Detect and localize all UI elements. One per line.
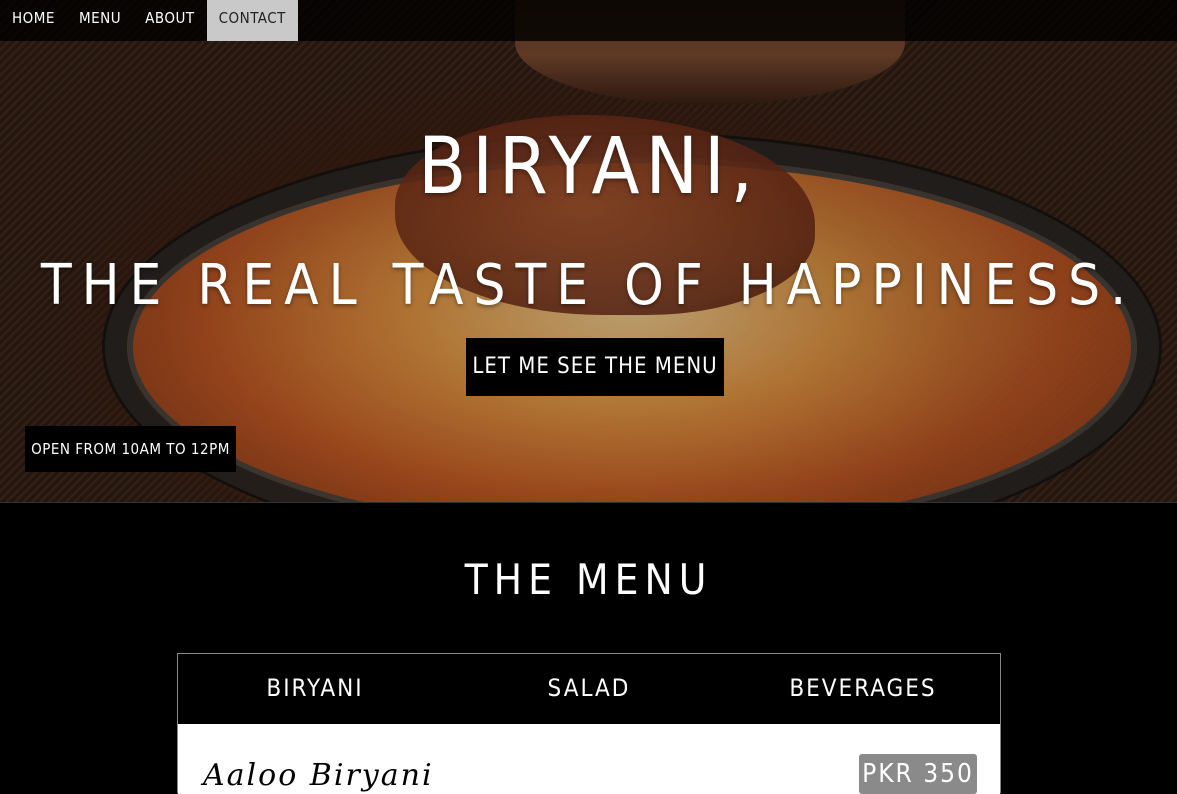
menu-item-price: PKR 350 bbox=[859, 754, 977, 794]
nav-item-contact[interactable]: CONTACT bbox=[206, 0, 298, 41]
menu-tabs: BIRYANI SALAD BEVERAGES bbox=[178, 654, 1000, 724]
tab-salad[interactable]: SALAD bbox=[452, 654, 726, 724]
hero-banner: BIRYANI, THE REAL TASTE OF HAPPINESS. LE… bbox=[0, 0, 1177, 502]
opening-hours-badge: OPEN FROM 10AM TO 12PM bbox=[25, 426, 236, 472]
menu-section: THE MENU BIRYANI SALAD BEVERAGES Aaloo B… bbox=[0, 502, 1177, 794]
nav-item-about[interactable]: ABOUT bbox=[133, 0, 206, 41]
nav-item-menu[interactable]: MENU bbox=[67, 0, 133, 41]
hero-title: BIRYANI, bbox=[418, 122, 759, 212]
hero-subtitle: THE REAL TASTE OF HAPPINESS. bbox=[40, 253, 1137, 318]
menu-item-list: Aaloo Biryani PKR 350 bbox=[178, 724, 1000, 794]
menu-heading: THE MENU bbox=[464, 555, 713, 604]
top-nav: HOME MENU ABOUT CONTACT bbox=[0, 0, 1177, 41]
tab-beverages[interactable]: BEVERAGES bbox=[726, 654, 1000, 724]
tab-biryani[interactable]: BIRYANI bbox=[178, 654, 452, 724]
nav-item-home[interactable]: HOME bbox=[0, 0, 67, 41]
menu-panel: BIRYANI SALAD BEVERAGES Aaloo Biryani PK… bbox=[177, 653, 1001, 794]
see-menu-button[interactable]: LET ME SEE THE MENU bbox=[466, 338, 724, 396]
menu-item-name: Aaloo Biryani bbox=[203, 758, 434, 793]
